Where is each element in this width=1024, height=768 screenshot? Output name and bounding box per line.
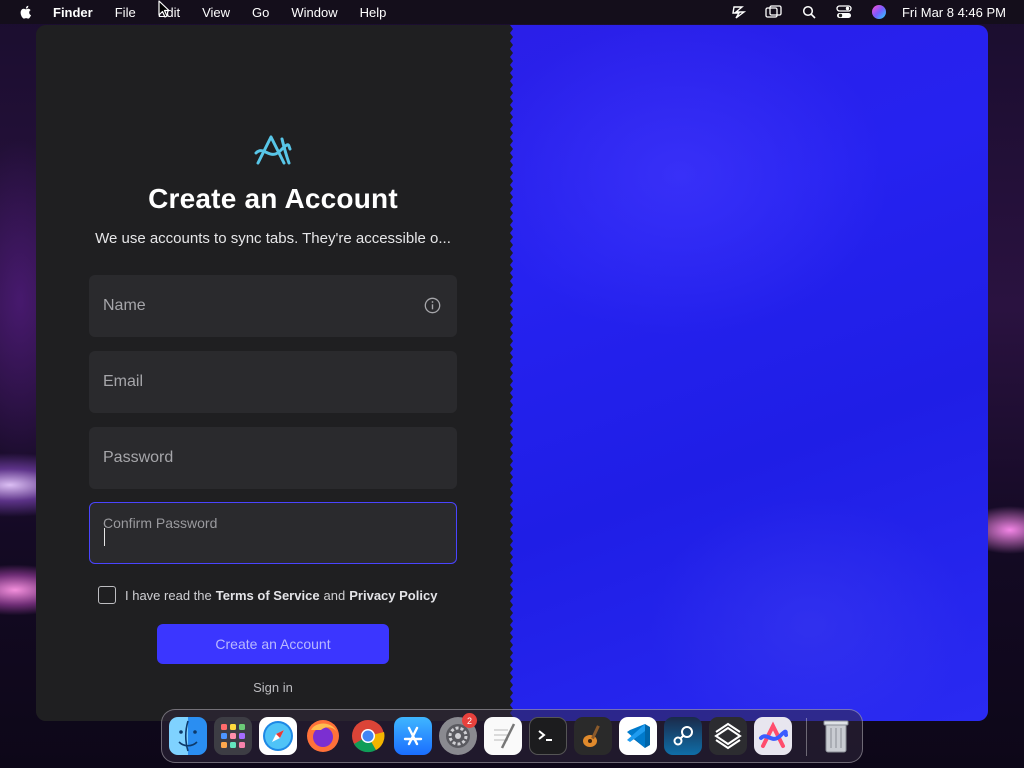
privacy-policy-link[interactable]: Privacy Policy — [349, 588, 437, 603]
sketch-icon[interactable] — [709, 717, 747, 755]
menu-bar-clock[interactable]: Fri Mar 8 4:46 PM — [902, 5, 1006, 20]
sign-in-link[interactable]: Sign in — [36, 680, 510, 695]
vscode-icon[interactable] — [619, 717, 657, 755]
arc-logo-icon — [254, 135, 292, 165]
app-window: Create an Account We use accounts to syn… — [36, 25, 988, 721]
terms-prefix: I have read the — [125, 587, 212, 603]
safari-icon[interactable] — [259, 717, 297, 755]
menu-file[interactable]: File — [115, 5, 136, 20]
menu-bar: Finder File Edit View Go Window Help Fri… — [0, 0, 1024, 24]
name-field[interactable]: Name — [89, 275, 457, 337]
stripe-icon[interactable] — [730, 4, 748, 20]
password-placeholder: Password — [103, 449, 174, 466]
terms-and: and — [323, 587, 346, 603]
page-subtitle: We use accounts to sync tabs. They're ac… — [95, 230, 451, 247]
mouse-cursor-icon — [158, 0, 170, 18]
gradient-panel — [510, 25, 988, 721]
arc-browser-icon[interactable] — [754, 717, 792, 755]
menu-app-name[interactable]: Finder — [53, 5, 93, 20]
dock: 2 — [161, 709, 863, 763]
screen-mirror-icon[interactable] — [765, 4, 783, 20]
launchpad-icon[interactable] — [214, 717, 252, 755]
trash-icon[interactable] — [817, 717, 855, 755]
menu-window[interactable]: Window — [291, 5, 337, 20]
terms-of-service-link[interactable]: Terms of Service — [216, 588, 320, 603]
steam-icon[interactable] — [664, 717, 702, 755]
control-center-icon[interactable] — [835, 4, 853, 20]
menu-help[interactable]: Help — [360, 5, 387, 20]
create-account-button[interactable]: Create an Account — [157, 624, 389, 664]
siri-icon[interactable] — [870, 4, 888, 20]
zigzag-edge — [504, 25, 513, 721]
textedit-icon[interactable] — [484, 717, 522, 755]
password-field[interactable]: Password — [89, 427, 457, 489]
page-title: Create an Account — [148, 183, 398, 214]
menu-view[interactable]: View — [202, 5, 230, 20]
terms-checkbox[interactable] — [98, 586, 116, 604]
finder-icon[interactable] — [169, 717, 207, 755]
menu-go[interactable]: Go — [252, 5, 269, 20]
info-icon[interactable] — [424, 297, 441, 314]
name-placeholder: Name — [103, 297, 146, 314]
email-field[interactable]: Email — [89, 351, 457, 413]
terms-row: I have read the Terms of Service and Pri… — [98, 585, 437, 605]
apple-icon[interactable] — [18, 4, 34, 20]
signup-panel: Create an Account We use accounts to syn… — [36, 25, 510, 721]
terminal-icon[interactable] — [529, 717, 567, 755]
search-icon[interactable] — [800, 4, 818, 20]
firefox-icon[interactable] — [304, 717, 342, 755]
email-placeholder: Email — [103, 373, 144, 390]
menu-bar-status-area: Fri Mar 8 4:46 PM — [713, 0, 1006, 24]
app-store-icon[interactable] — [394, 717, 432, 755]
dock-separator — [806, 718, 807, 756]
settings-badge: 2 — [462, 713, 477, 728]
garageband-icon[interactable] — [574, 717, 612, 755]
confirm-password-field[interactable]: Confirm Password — [89, 502, 457, 564]
text-caret — [104, 528, 105, 546]
confirm-password-label: Confirm Password — [103, 515, 218, 531]
chrome-icon[interactable] — [349, 717, 387, 755]
